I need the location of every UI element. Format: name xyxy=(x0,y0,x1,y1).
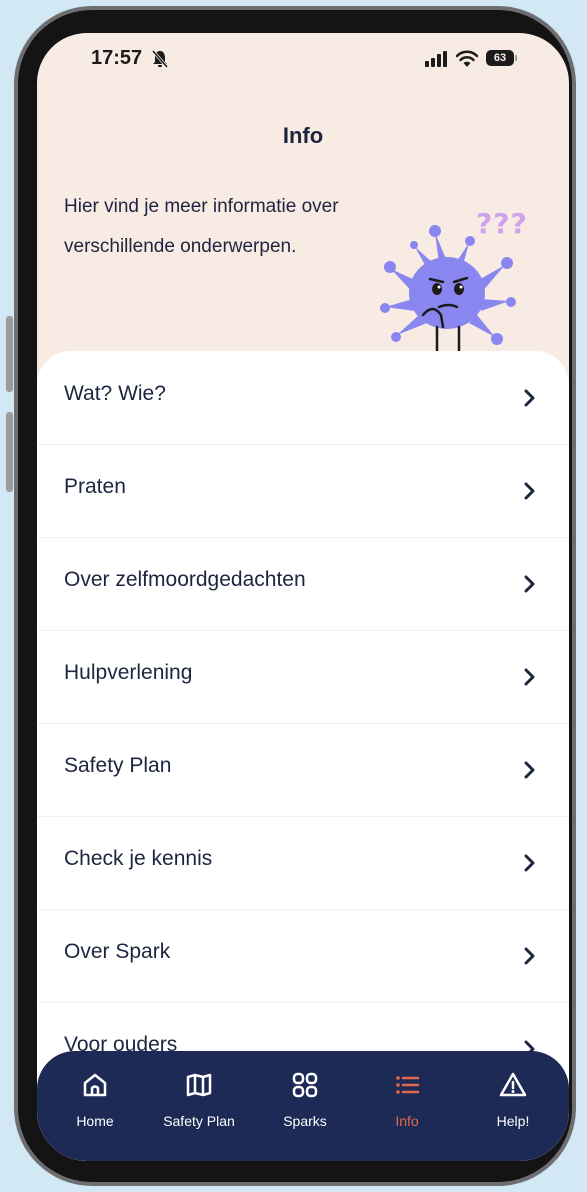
chevron-right-icon xyxy=(524,482,535,500)
question-marks: ??? xyxy=(476,207,528,240)
bottom-nav: Home Safety Plan Sparks Info Help! xyxy=(37,1051,569,1161)
nav-label: Safety Plan xyxy=(163,1113,235,1129)
nav-label: Home xyxy=(76,1113,114,1129)
menu-item-wat-wie[interactable]: Wat? Wie? xyxy=(37,351,569,445)
menu-item-over-spark[interactable]: Over Spark xyxy=(37,909,569,1003)
menu-item-hulpverlening[interactable]: Hulpverlening xyxy=(37,630,569,724)
menu-item-label: Wat? Wie? xyxy=(64,382,166,405)
chevron-right-icon xyxy=(524,947,535,965)
menu-item-zelfmoordgedachten[interactable]: Over zelfmoordgedachten xyxy=(37,537,569,631)
battery-tip xyxy=(515,55,517,61)
status-time: 17:57 xyxy=(91,47,143,69)
chevron-right-icon xyxy=(524,389,535,407)
nav-label: Sparks xyxy=(283,1113,327,1129)
warning-icon xyxy=(499,1072,527,1097)
nav-label: Info xyxy=(395,1113,419,1129)
nav-help[interactable]: Help! xyxy=(463,1071,563,1129)
menu-item-label: Check je kennis xyxy=(64,847,213,870)
signal-icon xyxy=(425,51,447,67)
phone-side-button xyxy=(6,316,13,392)
app-screen: 17:57 63 Info Hier vind je meer informat… xyxy=(37,33,569,1161)
menu-item-label: Over zelfmoordgedachten xyxy=(64,568,306,591)
nav-home[interactable]: Home xyxy=(45,1071,145,1129)
battery-icon: 63 xyxy=(486,50,514,66)
nav-info[interactable]: Info xyxy=(357,1071,457,1129)
menu-item-praten[interactable]: Praten xyxy=(37,444,569,538)
nav-safety-plan[interactable]: Safety Plan xyxy=(149,1071,249,1129)
grid-icon xyxy=(292,1072,318,1098)
menu-item-label: Over Spark xyxy=(64,940,171,963)
wifi-icon xyxy=(455,50,479,67)
nav-sparks[interactable]: Sparks xyxy=(255,1071,355,1129)
list-icon xyxy=(396,1076,420,1094)
menu-item-label: Safety Plan xyxy=(64,754,172,777)
intro-text: Hier vind je meer informatie over versch… xyxy=(64,196,339,257)
menu-item-label: Praten xyxy=(64,475,126,498)
page-title: Info xyxy=(282,123,324,148)
menu-item-safety-plan[interactable]: Safety Plan xyxy=(37,723,569,817)
menu-item-label: Hulpverlening xyxy=(64,661,193,684)
phone-side-button xyxy=(6,412,13,492)
menu-card: Wat? Wie? Praten Over zelfmoordgedachten… xyxy=(37,351,569,1161)
chevron-right-icon xyxy=(524,668,535,686)
chevron-right-icon xyxy=(524,854,535,872)
status-bar: 17:57 63 xyxy=(37,47,569,75)
menu-item-check-kennis[interactable]: Check je kennis xyxy=(37,816,569,910)
map-icon xyxy=(186,1073,212,1097)
nav-label: Help! xyxy=(496,1113,530,1129)
home-icon xyxy=(83,1073,107,1097)
bell-muted-icon xyxy=(151,50,169,68)
chevron-right-icon xyxy=(524,575,535,593)
chevron-right-icon xyxy=(524,761,535,779)
